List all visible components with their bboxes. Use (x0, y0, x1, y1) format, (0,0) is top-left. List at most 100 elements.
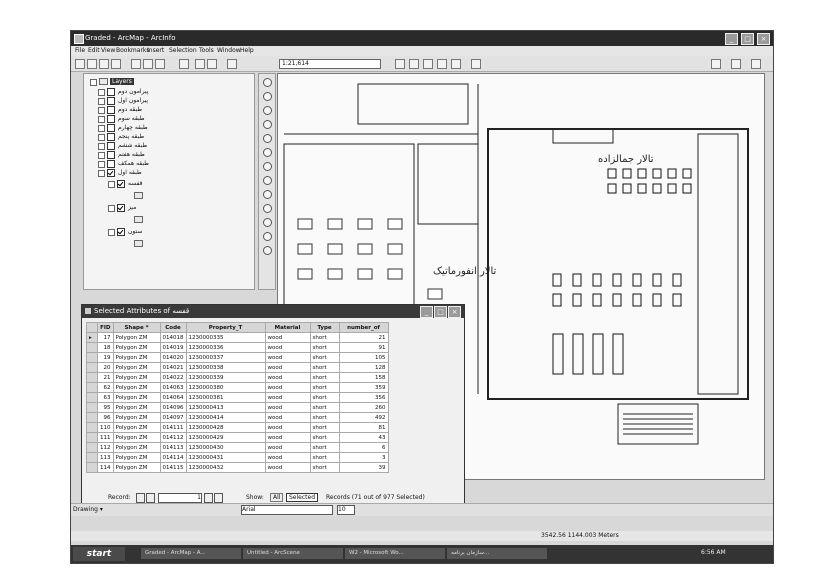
row-selector[interactable] (86, 382, 98, 393)
maximize-button[interactable]: □ (434, 306, 447, 318)
table-cell[interactable]: short (309, 342, 340, 353)
table-cell[interactable]: short (309, 372, 340, 383)
table-row[interactable]: 20 Polygon ZM 014021 1230000338 wood short 128 (86, 362, 389, 373)
table-row[interactable]: 111 Polygon ZM 014112 1230000429 wood short 43 (86, 432, 389, 443)
row-selector[interactable] (86, 462, 98, 473)
forward-icon[interactable] (263, 176, 272, 185)
fixed-zoom-icon[interactable] (263, 106, 272, 115)
table-cell[interactable]: 1230000432 (185, 462, 266, 473)
table-cell[interactable]: wood (264, 332, 311, 343)
table-cell[interactable]: 110 (97, 422, 114, 433)
table-cell[interactable]: 1230000339 (185, 372, 266, 383)
catalog-icon[interactable] (423, 59, 433, 69)
table-cell[interactable]: Polygon ZM (112, 332, 161, 343)
toolbox-icon[interactable] (437, 59, 447, 69)
expand-icon[interactable] (98, 89, 105, 96)
table-cell[interactable]: 63 (97, 392, 114, 403)
row-selector[interactable] (86, 432, 98, 443)
table-cell[interactable]: Polygon ZM (112, 402, 161, 413)
table-cell[interactable]: 6 (338, 442, 389, 453)
table-cell[interactable]: wood (264, 392, 311, 403)
expand-icon[interactable] (108, 229, 115, 236)
table-cell[interactable]: 17 (97, 332, 114, 343)
table-cell[interactable]: short (309, 402, 340, 413)
table-cell[interactable]: Polygon ZM (112, 442, 161, 453)
start-button[interactable]: start (73, 547, 125, 561)
layer-checkbox[interactable] (107, 151, 115, 159)
paste-icon[interactable] (155, 59, 165, 69)
refresh-icon[interactable] (751, 59, 761, 69)
table-cell[interactable]: 1230000414 (185, 412, 266, 423)
table-cell[interactable]: 1230000381 (185, 392, 266, 403)
table-cell[interactable]: 1230000430 (185, 442, 266, 453)
close-button[interactable]: × (448, 306, 461, 318)
table-cell[interactable]: 492 (338, 412, 389, 423)
fixed-zoom-out-icon[interactable] (263, 120, 272, 129)
expand-icon[interactable] (98, 134, 105, 141)
table-cell[interactable]: 18 (97, 342, 114, 353)
table-cell[interactable]: short (309, 452, 340, 463)
menu-bookmarks[interactable]: Bookmarks (116, 47, 150, 54)
show-selected-button[interactable]: Selected (286, 493, 319, 502)
delete-icon[interactable] (179, 59, 189, 69)
row-selector[interactable] (86, 352, 98, 363)
table-cell[interactable]: 62 (97, 382, 114, 393)
table-cell[interactable]: 111 (97, 432, 114, 443)
table-cell[interactable]: wood (264, 452, 311, 463)
row-selector[interactable] (86, 442, 98, 453)
taskbar-item[interactable]: W2 - Microsoft Wo... (345, 548, 445, 559)
zoom-in-icon[interactable] (263, 78, 272, 87)
clear-selection-icon[interactable] (263, 204, 272, 213)
table-cell[interactable]: 81 (338, 422, 389, 433)
layer-checkbox[interactable] (117, 180, 125, 188)
table-cell[interactable]: Polygon ZM (112, 382, 161, 393)
table-cell[interactable]: 128 (338, 362, 389, 373)
table-cell[interactable]: wood (264, 422, 311, 433)
table-row[interactable]: ▸ 17 Polygon ZM 014018 1230000335 wood short 21 (86, 332, 389, 343)
expand-icon[interactable] (98, 161, 105, 168)
table-cell[interactable]: 95 (97, 402, 114, 413)
previous-record-button[interactable] (146, 493, 155, 503)
menu-tools[interactable]: Tools (199, 47, 214, 54)
table-cell[interactable]: 014113 (159, 442, 187, 453)
table-cell[interactable]: 112 (97, 442, 114, 453)
table-cell[interactable]: 114 (97, 462, 114, 473)
table-cell[interactable]: wood (264, 412, 311, 423)
table-cell[interactable]: 014112 (159, 432, 187, 443)
identify-icon[interactable] (263, 232, 272, 241)
python-icon[interactable] (451, 59, 461, 69)
table-row[interactable]: 63 Polygon ZM 014064 1230000381 wood short 356 (86, 392, 389, 403)
redo-icon[interactable] (207, 59, 217, 69)
column-header[interactable]: number_of (338, 322, 389, 333)
first-record-button[interactable] (136, 493, 145, 503)
table-row[interactable]: 114 Polygon ZM 014115 1230000432 wood short 39 (86, 462, 389, 473)
table-cell[interactable]: Polygon ZM (112, 412, 161, 423)
table-cell[interactable]: 356 (338, 392, 389, 403)
menu-selection[interactable]: Selection (169, 47, 197, 54)
column-header[interactable]: Shape * (112, 322, 161, 333)
table-cell[interactable]: short (309, 332, 340, 343)
table-cell[interactable]: 39 (338, 462, 389, 473)
help-icon[interactable] (471, 59, 481, 69)
minimize-button[interactable]: _ (725, 33, 738, 45)
taskbar-item[interactable]: Untitled - ArcScene (243, 548, 343, 559)
table-row[interactable]: 18 Polygon ZM 014019 1230000336 wood short 91 (86, 342, 389, 353)
cut-icon[interactable] (131, 59, 141, 69)
table-row[interactable]: 96 Polygon ZM 014097 1230000414 wood short 492 (86, 412, 389, 423)
table-cell[interactable]: Polygon ZM (112, 422, 161, 433)
expand-icon[interactable] (98, 98, 105, 105)
table-cell[interactable]: wood (264, 352, 311, 363)
layer-checkbox[interactable] (107, 142, 115, 150)
layer-checkbox[interactable] (107, 106, 115, 114)
row-selector[interactable] (86, 392, 98, 403)
row-selector[interactable] (86, 422, 98, 433)
copy-icon[interactable] (143, 59, 153, 69)
select-features-icon[interactable] (263, 190, 272, 199)
table-cell[interactable]: short (309, 442, 340, 453)
table-cell[interactable]: short (309, 432, 340, 443)
table-cell[interactable]: Polygon ZM (112, 452, 161, 463)
expand-icon[interactable] (108, 181, 115, 188)
expand-icon[interactable] (98, 170, 105, 177)
table-cell[interactable]: 1230000431 (185, 452, 266, 463)
row-selector[interactable] (86, 372, 98, 383)
